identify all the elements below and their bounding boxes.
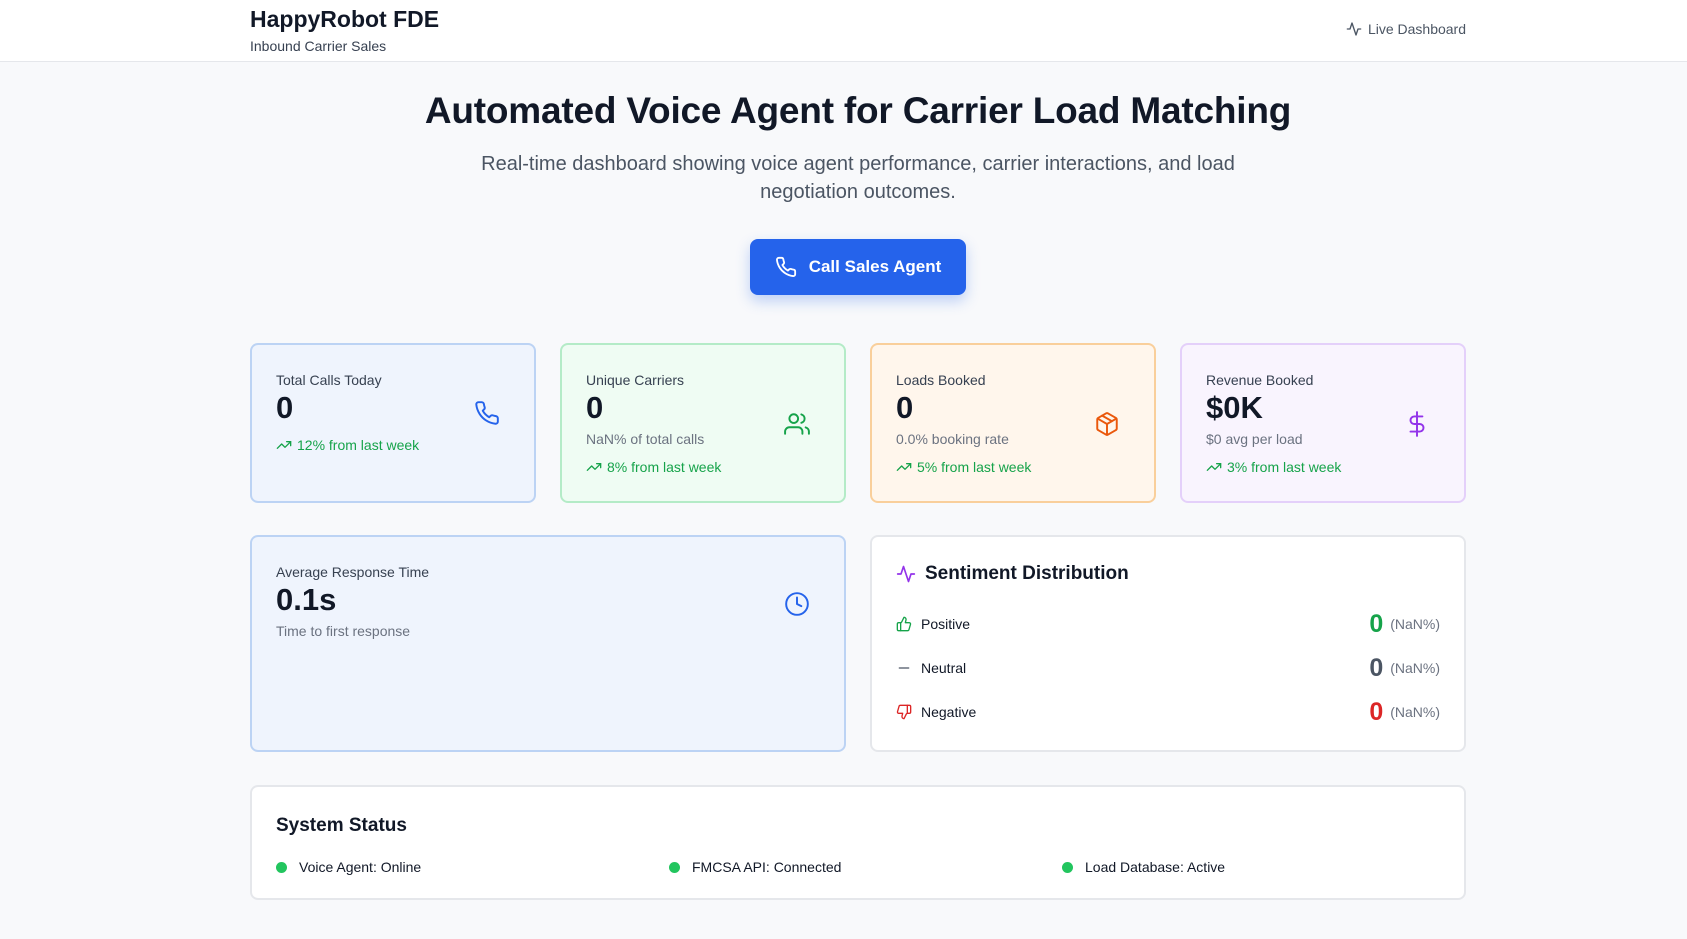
sentiment-distribution-card: Sentiment Distribution Positive 0 (NaN%)… [870,535,1466,752]
stat-trend-text: 12% from last week [297,437,420,453]
stat-subtext: NaN% of total calls [586,431,705,447]
stat-trend: 8% from last week [586,459,721,475]
trending-up-icon [1206,463,1222,471]
trending-up-icon [276,441,292,449]
dollar-icon [1409,411,1425,437]
stat-trend-text: 5% from last week [917,459,1032,475]
stat-value: 0 [896,390,914,425]
sentiment-row-positive: Positive 0 (NaN%) [896,609,1440,639]
stat-trend: 5% from last week [896,459,1031,475]
stat-subtext: $0 avg per load [1206,431,1303,447]
stat-value: 0 [276,390,294,425]
stat-label: Total Calls Today [276,372,382,388]
status-dot [276,861,287,873]
status-dot [1062,861,1073,873]
status-item-voice-agent: Voice Agent: Online [276,859,421,875]
phone-icon [775,256,796,278]
activity-icon [896,565,916,583]
status-label: FMCSA API: Connected [692,859,842,875]
activity-icon [1346,22,1362,36]
sentiment-label: Neutral [921,660,967,676]
sentiment-percent: (NaN%) [1390,616,1440,632]
response-time-subtext: Time to first response [276,623,411,639]
status-dot [669,861,680,873]
minus-icon [898,667,910,669]
trending-up-icon [896,463,912,471]
stat-trend: 3% from last week [1206,459,1341,475]
stat-trend: 12% from last week [276,437,419,453]
stat-card-total-calls: Total Calls Today 0 12% from last week [250,343,536,503]
sentiment-row-negative: Negative 0 (NaN%) [896,697,1440,727]
sentiment-count: 0 [1369,609,1384,638]
trending-up-icon [586,463,602,471]
call-sales-agent-button[interactable]: Call Sales Agent [750,239,966,295]
stat-value: 0 [586,390,604,425]
stat-trend-text: 8% from last week [607,459,722,475]
status-label: Voice Agent: Online [299,859,422,875]
sentiment-count: 0 [1369,697,1384,726]
response-time-card: Average Response Time 0.1s Time to first… [250,535,846,752]
status-item-load-database: Load Database: Active [1062,859,1225,875]
thumbs-up-icon [896,616,912,632]
page-subtitle: Real-time dashboard showing voice agent … [481,153,1235,203]
sentiment-count: 0 [1369,653,1384,682]
response-time-value: 0.1s [276,582,337,617]
stat-card-loads-booked: Loads Booked 0 0.0% booking rate 5% from… [870,343,1156,503]
live-dashboard-indicator: Live Dashboard [1346,21,1466,37]
call-sales-agent-label: Call Sales Agent [808,257,942,276]
sentiment-title: Sentiment Distribution [896,563,1129,585]
system-status-card: System Status Voice Agent: Online FMCSA … [250,785,1466,900]
sentiment-label: Negative [921,704,977,720]
response-time-label: Average Response Time [276,564,430,580]
thumbs-down-icon [896,704,912,720]
live-dashboard-label: Live Dashboard [1367,21,1466,37]
sentiment-percent: (NaN%) [1390,660,1440,676]
stat-label: Unique Carriers [586,372,685,388]
stat-subtext: 0.0% booking rate [896,431,1009,447]
status-item-fmcsa-api: FMCSA API: Connected [669,859,841,875]
status-label: Load Database: Active [1085,859,1226,875]
sentiment-percent: (NaN%) [1390,704,1440,720]
brand-subtitle: Inbound Carrier Sales [250,38,387,54]
sentiment-label: Positive [921,616,971,632]
stat-card-unique-carriers: Unique Carriers 0 NaN% of total calls 8%… [560,343,846,503]
stat-label: Loads Booked [896,372,986,388]
page-title: Automated Voice Agent for Carrier Load M… [424,90,1292,131]
sentiment-title-text: Sentiment Distribution [925,563,1129,584]
system-status-title: System Status [276,815,407,836]
phone-icon [475,401,499,425]
stat-value: $0K [1206,390,1263,425]
package-icon [1096,412,1118,436]
stat-card-revenue-booked: Revenue Booked $0K $0 avg per load 3% fr… [1180,343,1466,503]
stat-trend-text: 3% from last week [1227,459,1342,475]
brand-title: HappyRobot FDE [250,6,440,32]
sentiment-row-neutral: Neutral 0 (NaN%) [896,653,1440,683]
stat-label: Revenue Booked [1206,372,1314,388]
top-header: HappyRobot FDE Inbound Carrier Sales Liv… [0,0,1687,62]
clock-icon [785,592,809,616]
users-icon [784,413,810,435]
